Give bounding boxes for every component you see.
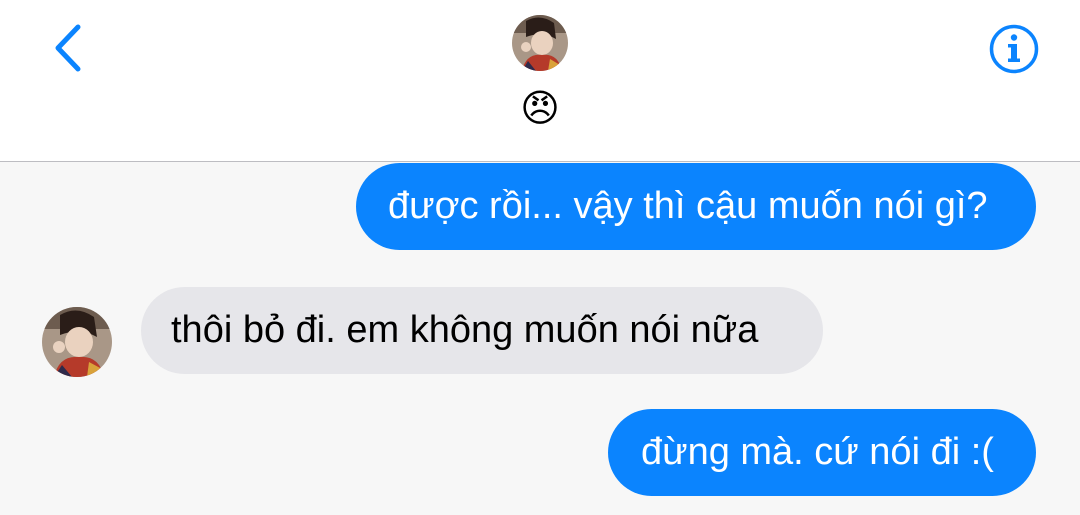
outgoing-message-bubble[interactable]: được rồi... vậy thì cậu muốn nói gì? (356, 163, 1036, 250)
info-button[interactable] (988, 23, 1040, 75)
back-button[interactable] (46, 22, 90, 74)
avatar-photo (42, 307, 112, 377)
sender-avatar[interactable] (42, 307, 112, 377)
chat-header: 😠 (0, 0, 1080, 162)
contact-name[interactable]: 😠 (440, 84, 640, 134)
message-list: được rồi... vậy thì cậu muốn nói gì? thô… (0, 162, 1080, 515)
incoming-message-bubble[interactable]: thôi bỏ đi. em không muốn nói nữa (141, 287, 823, 374)
outgoing-message-bubble[interactable]: đừng mà. cứ nói đi :( (608, 409, 1036, 496)
info-circle-icon (989, 24, 1039, 74)
contact-avatar[interactable] (512, 15, 568, 71)
chevron-left-icon (55, 24, 81, 72)
avatar-photo (512, 15, 568, 71)
